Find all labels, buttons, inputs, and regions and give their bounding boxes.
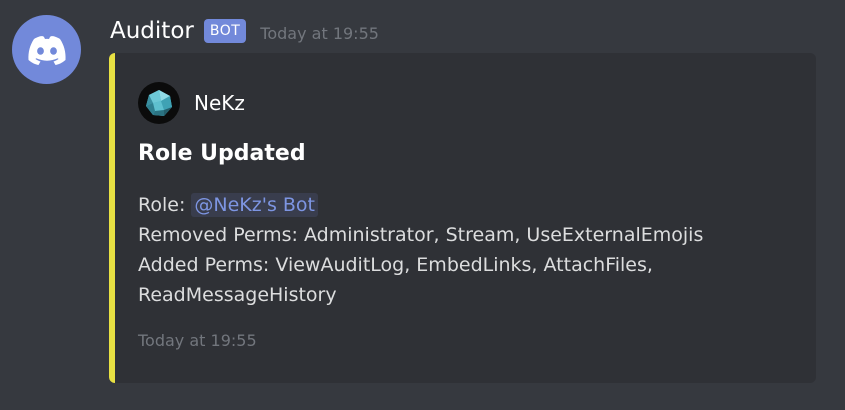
added-perms-line-continued: ReadMessageHistory	[138, 284, 337, 306]
chat-message: Auditor BOT Today at 19:55 NeKz Role Upd…	[0, 0, 845, 410]
embed-accent-bar	[109, 53, 115, 383]
bot-tag: BOT	[203, 19, 247, 43]
discord-logo-icon	[27, 35, 66, 65]
added-perms-line: Added Perms: ViewAuditLog, EmbedLinks, A…	[138, 254, 653, 276]
message-header: Auditor BOT Today at 19:55	[110, 14, 379, 48]
role-label: Role:	[138, 194, 192, 216]
embed-footer-timestamp: Today at 19:55	[138, 331, 257, 350]
embed: NeKz Role Updated Role: @NeKz's Bot Remo…	[109, 53, 816, 383]
bot-avatar[interactable]	[12, 15, 81, 84]
embed-author-name: NeKz	[194, 91, 245, 115]
embed-title: Role Updated	[138, 141, 306, 166]
embed-description: Role: @NeKz's Bot Removed Perms: Adminis…	[138, 190, 798, 310]
username[interactable]: Auditor	[110, 18, 194, 44]
message-timestamp[interactable]: Today at 19:55	[260, 24, 379, 43]
role-line: Role: @NeKz's Bot	[138, 190, 798, 220]
crystal-ball-icon	[138, 82, 180, 124]
embed-author: NeKz	[138, 82, 245, 124]
removed-perms-line: Removed Perms: Administrator, Stream, Us…	[138, 224, 704, 246]
role-mention[interactable]: @NeKz's Bot	[191, 193, 318, 217]
